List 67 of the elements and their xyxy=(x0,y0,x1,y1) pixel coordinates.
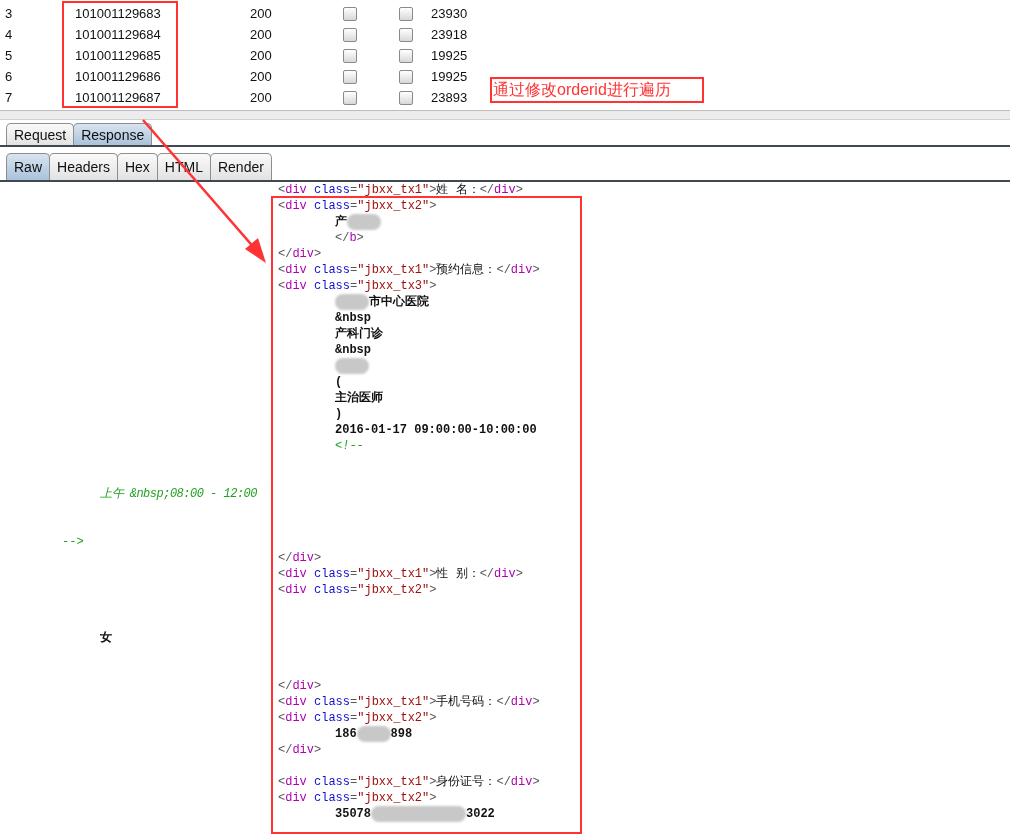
code-line: 35078 3022 xyxy=(335,806,495,822)
checkbox[interactable] xyxy=(343,69,357,84)
table-cell-text: 4 xyxy=(5,25,14,44)
code-line: </div> xyxy=(278,678,322,694)
table-cell-text: 101001129687 xyxy=(75,88,162,107)
code-line: 2016-01-17 09:00:00-10:00:00 xyxy=(335,422,537,438)
checkbox[interactable] xyxy=(343,90,357,105)
code-line: <div class="jbxx_tx1">预约信息：</div> xyxy=(278,262,540,278)
table-cell-text: 101001129684 xyxy=(75,25,162,44)
table-cell-text: 5 xyxy=(5,46,14,65)
code-line: 女 xyxy=(100,630,112,646)
tab[interactable]: Response xyxy=(73,123,153,145)
checkbox[interactable] xyxy=(343,48,357,63)
table-cell-text: 6 xyxy=(5,67,14,86)
table-cell-text: 19925 xyxy=(431,67,468,86)
table-cell-text: 23930 xyxy=(431,4,468,23)
code-line: 产 xyxy=(335,214,381,230)
code-line: 上午 &nbsp;08:00 - 12:00 xyxy=(100,486,258,502)
tab[interactable]: Raw xyxy=(6,153,50,180)
code-line: <div class="jbxx_tx1">身份证号：</div> xyxy=(278,774,540,790)
code-line: <div class="jbxx_tx1">手机号码：</div> xyxy=(278,694,540,710)
code-line: &nbsp xyxy=(335,342,371,358)
code-line: <div class="jbxx_tx2"> xyxy=(278,582,437,598)
table-cell-text: 200 xyxy=(250,67,273,86)
code-line: --> xyxy=(62,534,84,550)
tab[interactable]: Headers xyxy=(49,153,118,180)
checkbox[interactable] xyxy=(343,6,357,21)
tab[interactable]: Hex xyxy=(116,153,158,180)
checkbox[interactable] xyxy=(399,27,413,42)
checkbox[interactable] xyxy=(399,6,413,21)
code-line: 产科门诊 xyxy=(335,326,383,342)
table-cell-text: 19925 xyxy=(431,46,468,65)
code-line: 186 898 xyxy=(335,726,413,742)
table-cell-text: 3 xyxy=(5,4,14,23)
table-cell-text: 101001129686 xyxy=(75,67,162,86)
code-line: <div class="jbxx_tx3"> xyxy=(278,278,437,294)
code-line: <div class="jbxx_tx2"> xyxy=(278,710,437,726)
code-line: </div> xyxy=(278,246,322,262)
checkbox[interactable] xyxy=(343,27,357,42)
tab[interactable]: Request xyxy=(6,123,75,145)
code-line: 主治医师 xyxy=(335,390,383,406)
code-line: <div class="jbxx_tx2"> xyxy=(278,198,437,214)
code-line: &nbsp xyxy=(335,310,371,326)
code-line: ) xyxy=(335,406,343,422)
code-line: 市中心医院 xyxy=(335,294,429,310)
code-line: <div class="jbxx_tx2"> xyxy=(278,790,437,806)
code-line: <!-- xyxy=(335,438,364,454)
checkbox[interactable] xyxy=(399,69,413,84)
table-cell-text: 200 xyxy=(250,25,273,44)
table-cell-text: 200 xyxy=(250,88,273,107)
table-cell-text: 200 xyxy=(250,46,273,65)
table-cell-text: 23918 xyxy=(431,25,468,44)
table-cell-text: 200 xyxy=(250,4,273,23)
checkbox[interactable] xyxy=(399,90,413,105)
tab[interactable]: Render xyxy=(209,153,272,180)
code-line: </div> xyxy=(278,550,322,566)
code-line: </b> xyxy=(335,230,364,246)
table-cell-text: 23893 xyxy=(431,88,468,107)
table-cell-text: 101001129683 xyxy=(75,4,162,23)
annotation-label: 通过修改orderid进行遍历 xyxy=(490,77,704,103)
table-cell-text: 101001129685 xyxy=(75,46,162,65)
code-line: ( xyxy=(335,374,343,390)
checkbox[interactable] xyxy=(399,48,413,63)
table-cell-text: 7 xyxy=(5,88,14,107)
code-line: <div class="jbxx_tx1">姓 名：</div> xyxy=(278,182,523,198)
code-line: <div class="jbxx_tx1">性 别：</div> xyxy=(278,566,523,582)
code-line: </div> xyxy=(278,742,322,758)
